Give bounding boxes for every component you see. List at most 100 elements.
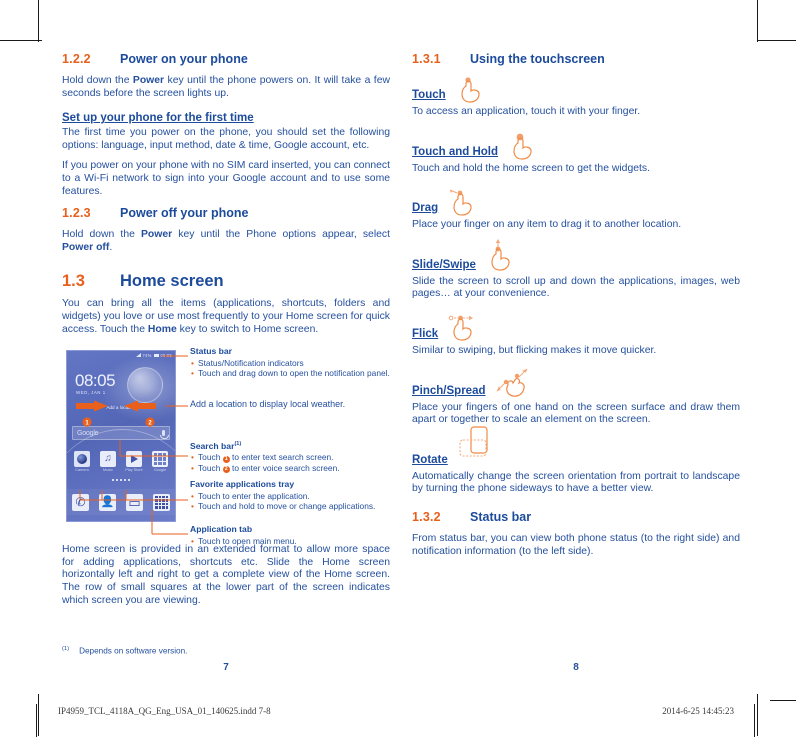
- callout-items: Touch 1 to enter text search screen. Tou…: [190, 452, 390, 474]
- gesture-touch: Touch To access an application, touch it…: [412, 75, 740, 119]
- crop-mark-top-right-horizontal: [757, 40, 796, 41]
- heading-1-2-2: 1.2.2 Power on your phone: [62, 52, 390, 66]
- gesture-header: Drag: [412, 188, 740, 218]
- heading-title: Power off your phone: [120, 206, 249, 221]
- crop-mark-top-left-horizontal: [0, 40, 42, 41]
- hand-touch-icon: [455, 75, 501, 105]
- phone-mockup: 74% 08:05 08:05 WED, JAN 1 Add a locatio…: [66, 350, 176, 523]
- favorite-applications-tray: [67, 489, 175, 516]
- callout-favorite-tray: Favorite applications tray Touch to ente…: [190, 479, 390, 511]
- page-indicator-dots: [67, 479, 175, 482]
- callout-add-location: Add a location to display local weather.: [190, 399, 390, 411]
- gesture-pinch-spread: Pinch/Spread Place your fingers of one h…: [412, 368, 740, 427]
- gesture-label: Pinch/Spread: [412, 384, 486, 397]
- google-folder-icon: [152, 451, 168, 468]
- gesture-slide-swipe: Slide/Swipe Slide the screen to scroll u…: [412, 238, 740, 301]
- gesture-header: Touch and Hold: [412, 132, 740, 162]
- heading-number: 1.2.2: [62, 52, 91, 66]
- clock-widget: 08:05: [75, 371, 116, 391]
- crop-mark-bottom-right-vertical: [757, 694, 758, 736]
- camera-icon: [74, 451, 90, 468]
- gesture-description: Place your fingers of one hand on the sc…: [412, 401, 740, 426]
- callout-title: Status bar: [190, 346, 233, 357]
- app-shortcut[interactable]: Play Store: [123, 451, 145, 472]
- list-item: Touch and drag down to open the notifica…: [190, 368, 390, 378]
- heading-title: Home screen: [120, 272, 224, 291]
- gesture-description: Touch and hold the home screen to get th…: [412, 162, 650, 174]
- list-item: Touch to enter the application.: [190, 491, 390, 501]
- right-page-column: 1.3.1 Using the touchscreen Touch To acc…: [412, 52, 740, 566]
- date-widget: WED, JAN 1: [76, 390, 106, 396]
- gesture-label: Rotate: [412, 453, 448, 466]
- footnote-marker: (1): [62, 646, 70, 652]
- app-shortcut[interactable]: Camera: [71, 451, 93, 472]
- heading-title: Power on your phone: [120, 52, 248, 66]
- paragraph-extended-home-screen: Home screen is provided in an extended f…: [62, 544, 390, 606]
- app-label: Music: [103, 468, 113, 473]
- app-shortcut[interactable]: Google: [149, 451, 171, 472]
- crop-mark-top-right-vertical: [757, 0, 758, 42]
- gesture-label: Slide/Swipe: [412, 258, 476, 271]
- heading-number: 1.3.1: [412, 52, 441, 66]
- gesture-description: Slide the screen to scroll up and down t…: [412, 275, 740, 300]
- gesture-description: Place your finger on any item to drag it…: [412, 219, 682, 231]
- gesture-header: Flick: [412, 314, 740, 344]
- callout-text: Add a location to display local weather.: [190, 399, 346, 410]
- phone-rotate-icon: [457, 426, 515, 470]
- app-drawer-icon[interactable]: [153, 493, 170, 511]
- search-placeholder: Google: [77, 429, 99, 437]
- phone-status-bar: 74% 08:05: [67, 351, 175, 359]
- heading-1-3-2: 1.3.2 Status bar: [412, 510, 740, 524]
- list-item: Touch to open main menu.: [190, 536, 390, 546]
- microphone-icon[interactable]: [160, 430, 169, 440]
- gesture-description: Similar to swiping, but flicking makes i…: [412, 344, 657, 356]
- callout-items: Touch to enter the application. Touch an…: [190, 491, 390, 512]
- hand-flick-icon: [447, 314, 493, 344]
- heading-number: 1.3.2: [412, 509, 441, 524]
- paragraph-home-screen-intro: You can bring all the items (application…: [62, 298, 390, 335]
- footnote-text: Depends on software version.: [79, 646, 188, 656]
- app-shortcut[interactable]: Music: [97, 451, 119, 472]
- footer-rule-right: [770, 700, 796, 701]
- footnote: (1) Depends on software version.: [62, 646, 390, 656]
- signal-icon: [135, 353, 141, 358]
- gesture-touch-and-hold: Touch and Hold Touch and hold the home s…: [412, 132, 740, 176]
- heading-title: Using the touchscreen: [470, 52, 605, 66]
- messaging-icon[interactable]: [126, 493, 143, 511]
- gesture-rotate: Rotate Automatically change the screen o…: [412, 426, 740, 496]
- print-timestamp: 2014-6-25 14:45:23: [662, 706, 734, 716]
- app-label: Google: [153, 468, 167, 473]
- music-icon: [100, 451, 116, 468]
- callout-items: Status/Notification indicators Touch and…: [190, 358, 390, 379]
- weather-widget-orb: [127, 367, 163, 404]
- battery-percent: 74%: [142, 352, 152, 358]
- contacts-icon[interactable]: [99, 493, 116, 511]
- list-item: Touch and hold to move or change applica…: [190, 501, 390, 511]
- left-page-column: 1.2.2 Power on your phone Hold down the …: [62, 52, 390, 615]
- gesture-label: Drag: [412, 202, 439, 215]
- gesture-label: Touch and Hold: [412, 145, 499, 158]
- play-store-icon: [126, 451, 142, 468]
- callout-search-bar: Search bar(1) Touch 1 to enter text sear…: [190, 439, 390, 474]
- heading-title: Status bar: [470, 509, 532, 524]
- marker-two: 2: [222, 466, 230, 474]
- heading-1-2-3: 1.2.3 Power off your phone: [62, 206, 390, 220]
- gesture-drag: Drag Place your finger on any item to dr…: [412, 188, 740, 232]
- callout-status-bar: Status bar Status/Notification indicator…: [190, 346, 390, 378]
- hand-drag-icon: [447, 188, 493, 218]
- manual-page-spread: 1.2.2 Power on your phone Hold down the …: [0, 0, 796, 737]
- search-bar[interactable]: Google: [72, 426, 170, 441]
- footer-rule-left: [36, 704, 37, 737]
- footer-rule-divider: [754, 704, 755, 737]
- gesture-label: Flick: [412, 327, 439, 340]
- paragraph-power-off: Hold down the Power key until the Phone …: [62, 229, 390, 253]
- gesture-flick: Flick Similar to swiping, but flicking m…: [412, 314, 740, 358]
- status-clock: 08:05: [160, 352, 172, 358]
- crop-mark-bottom-left-vertical: [38, 694, 39, 736]
- gesture-header: Pinch/Spread: [412, 368, 740, 401]
- phone-icon[interactable]: [72, 493, 89, 511]
- page-number-right: 8: [573, 662, 579, 673]
- add-location-link[interactable]: Add a location: [67, 405, 175, 410]
- gesture-header: Touch: [412, 75, 740, 105]
- gesture-label: Touch: [412, 89, 446, 101]
